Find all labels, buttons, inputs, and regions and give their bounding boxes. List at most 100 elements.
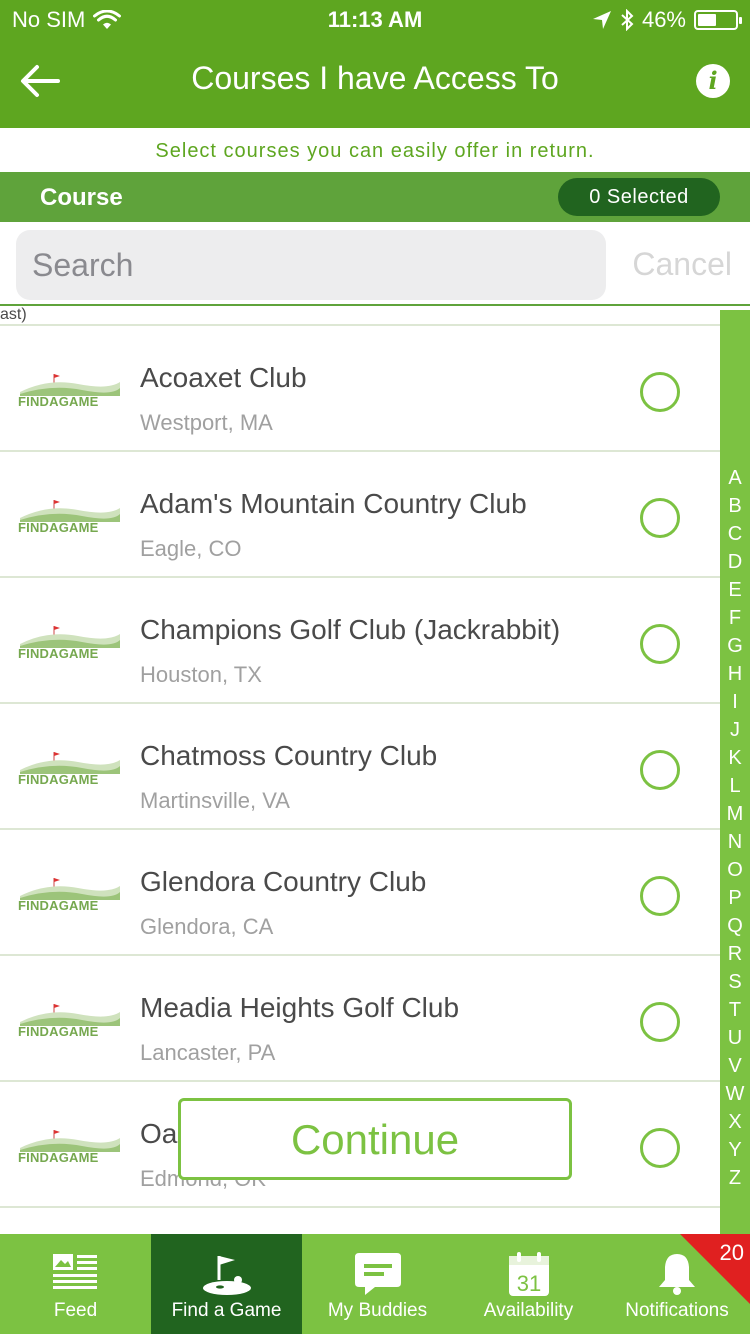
tab-my-buddies[interactable]: My Buddies <box>302 1234 453 1334</box>
index-letter[interactable]: L <box>720 772 750 800</box>
course-row[interactable]: FINDAGAME Glendora Country Club Glendora, … <box>0 830 720 956</box>
tab-feed[interactable]: Feed <box>0 1234 151 1334</box>
info-button[interactable]: i <box>696 64 730 98</box>
index-letter[interactable]: J <box>720 716 750 744</box>
nav-bar: Courses I have Access To i <box>0 40 750 128</box>
tab-availability[interactable]: 31 Availability <box>453 1234 604 1334</box>
select-radio-button[interactable] <box>640 750 680 790</box>
select-radio-button[interactable] <box>640 372 680 412</box>
calendar-day-number: 31 <box>516 1271 540 1296</box>
calendar-icon: 31 <box>508 1252 549 1296</box>
findagame-logo: FINDAGAME <box>18 748 122 790</box>
section-label: Course <box>40 184 123 211</box>
index-letter[interactable]: H <box>720 660 750 688</box>
location-arrow-icon <box>592 11 611 29</box>
logo-text: FINDAGAME <box>18 1150 99 1165</box>
findagame-logo: FINDAGAME <box>18 370 122 412</box>
cancel-button[interactable]: Cancel <box>632 246 732 283</box>
golf-flag-icon <box>202 1256 251 1295</box>
course-name: Oa <box>140 1118 178 1149</box>
findagame-logo: FINDAGAME <box>18 1000 122 1042</box>
course-name: Meadia Heights Golf Club <box>140 992 460 1023</box>
course-name: Chatmoss Country Club <box>140 740 438 771</box>
golf-hills-logo-icon <box>20 374 120 396</box>
page-title: Courses I have Access To <box>191 60 559 96</box>
index-letter[interactable]: S <box>720 968 750 996</box>
status-bar: No SIM 11:13 AM 46% <box>0 0 750 40</box>
golf-hills-logo-icon <box>20 878 120 900</box>
index-letter[interactable]: U <box>720 1024 750 1052</box>
tab-bar: Feed Find a Game My Buddies 31 Availabil… <box>0 1234 750 1334</box>
index-letter[interactable]: Y <box>720 1136 750 1164</box>
course-location: Westport, MA <box>140 410 273 435</box>
golf-hills-logo-icon <box>20 1004 120 1026</box>
index-letter[interactable]: X <box>720 1108 750 1136</box>
course-row[interactable]: FINDAGAME Acoaxet Club Westport, MA <box>0 326 720 452</box>
notification-badge: 20 <box>680 1234 750 1304</box>
findagame-logo: FINDAGAME <box>18 1126 122 1168</box>
course-section-header: Course 0 Selected <box>0 172 750 222</box>
tab-notifications[interactable]: Notifications 20 <box>604 1234 750 1334</box>
index-letter[interactable]: M <box>720 800 750 828</box>
course-name: Adam's Mountain Country Club <box>140 488 527 519</box>
tab-label: Availability <box>483 1300 574 1321</box>
logo-text: FINDAGAME <box>18 520 99 535</box>
golf-hills-logo-icon <box>20 1130 120 1152</box>
index-letter[interactable]: T <box>720 996 750 1024</box>
search-input[interactable] <box>16 230 606 300</box>
notification-count: 20 <box>719 1240 744 1265</box>
search-bar: Cancel <box>0 222 750 306</box>
alphabet-index[interactable]: ABCDEFGHIJKLMNOPQRSTUVWXYZ <box>720 310 750 1234</box>
index-letter[interactable]: I <box>720 688 750 716</box>
course-location: Martinsville, VA <box>140 788 290 813</box>
index-letter[interactable]: B <box>720 492 750 520</box>
course-location: Houston, TX <box>140 662 262 687</box>
logo-text: FINDAGAME <box>18 1024 99 1039</box>
tab-label: My Buddies <box>327 1300 428 1321</box>
index-letter[interactable]: R <box>720 940 750 968</box>
chat-bubble-icon <box>354 1253 401 1295</box>
battery-icon <box>694 10 742 30</box>
tab-find-a-game[interactable]: Find a Game <box>151 1234 302 1334</box>
tab-label: Feed <box>53 1300 98 1321</box>
course-row[interactable]: FINDAGAME Meadia Heights Golf Club Lancast… <box>0 956 720 1082</box>
course-name: Acoaxet Club <box>140 362 307 393</box>
index-letter[interactable]: N <box>720 828 750 856</box>
index-letter[interactable]: F <box>720 604 750 632</box>
index-letter[interactable]: V <box>720 1052 750 1080</box>
course-list[interactable]: FINDAGAME Acoaxet Club Westport, MA FINDAGA… <box>0 306 720 1234</box>
course-location: Lancaster, PA <box>140 1040 276 1065</box>
selected-count-badge: 0 Selected <box>558 178 720 216</box>
battery-percent: 46% <box>641 7 686 32</box>
index-letter[interactable]: Q <box>720 912 750 940</box>
findagame-logo: FINDAGAME <box>18 496 122 538</box>
course-row[interactable]: FINDAGAME Adam's Mountain Country Club Eag… <box>0 452 720 578</box>
findagame-logo: FINDAGAME <box>18 622 122 664</box>
course-location: Eagle, CO <box>140 536 242 561</box>
logo-text: FINDAGAME <box>18 898 99 913</box>
index-letter[interactable]: C <box>720 520 750 548</box>
tab-label: Find a Game <box>171 1300 282 1321</box>
logo-text: FINDAGAME <box>18 646 99 661</box>
select-radio-button[interactable] <box>640 624 680 664</box>
select-radio-button[interactable] <box>640 498 680 538</box>
index-letter[interactable]: Z <box>720 1164 750 1192</box>
select-radio-button[interactable] <box>640 876 680 916</box>
index-letter[interactable]: W <box>720 1080 750 1108</box>
index-letter[interactable]: O <box>720 856 750 884</box>
select-radio-button[interactable] <box>640 1128 680 1168</box>
instruction-text: Select courses you can easily offer in r… <box>0 128 750 172</box>
course-name: Champions Golf Club (Jackrabbit) <box>140 614 561 645</box>
status-right: 46% <box>592 7 742 33</box>
index-letter[interactable]: A <box>720 464 750 492</box>
index-letter[interactable]: P <box>720 884 750 912</box>
index-letter[interactable]: D <box>720 548 750 576</box>
index-letter[interactable]: G <box>720 632 750 660</box>
course-row[interactable]: FINDAGAME Champions Golf Club (Jackrabbit… <box>0 578 720 704</box>
select-radio-button[interactable] <box>640 1002 680 1042</box>
course-row[interactable]: FINDAGAME Chatmoss Country Club Martinsvil… <box>0 704 720 830</box>
index-letter[interactable]: K <box>720 744 750 772</box>
index-letter[interactable]: E <box>720 576 750 604</box>
bluetooth-icon <box>621 9 634 31</box>
continue-button[interactable]: Continue <box>178 1098 572 1180</box>
